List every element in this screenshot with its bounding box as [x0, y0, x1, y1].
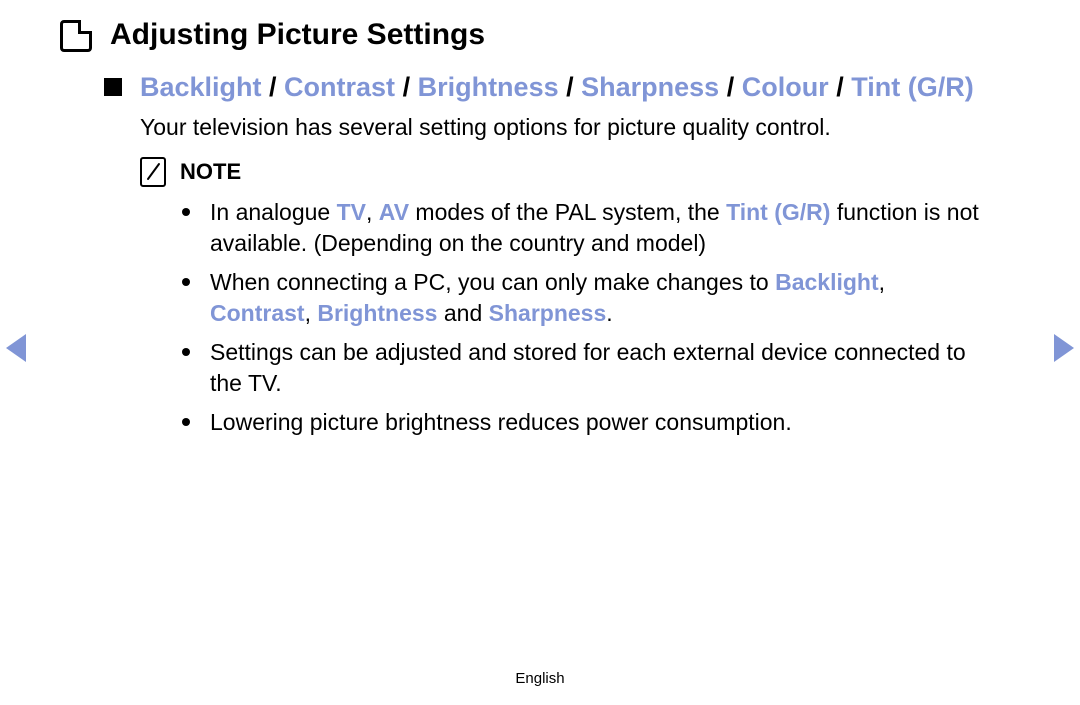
bookmark-icon: [60, 20, 92, 52]
note-text: ,: [879, 269, 885, 295]
subheading: Backlight / Contrast / Brightness / Shar…: [140, 70, 974, 105]
subheading-sep: /: [559, 72, 582, 102]
list-item: In analogue TV, AV modes of the PAL syst…: [202, 197, 984, 259]
subheading-row: Backlight / Contrast / Brightness / Shar…: [104, 70, 1020, 105]
square-bullet-icon: [104, 78, 122, 96]
list-item: When connecting a PC, you can only make …: [202, 267, 984, 329]
prev-page-button[interactable]: [6, 334, 26, 362]
keyword-backlight: Backlight: [775, 269, 879, 295]
note-text: modes of the PAL system, the: [409, 199, 726, 225]
note-text: Lowering picture brightness reduces powe…: [210, 409, 792, 435]
footer-language: English: [0, 670, 1080, 687]
subheading-item-2: Brightness: [418, 72, 559, 102]
title-row: Adjusting Picture Settings: [60, 18, 1020, 52]
subheading-sep: /: [829, 72, 852, 102]
note-text: .: [606, 300, 612, 326]
subheading-item-1: Contrast: [284, 72, 395, 102]
subheading-item-5: Tint (G/R): [851, 72, 973, 102]
keyword-brightness: Brightness: [317, 300, 437, 326]
subheading-item-0: Backlight: [140, 72, 262, 102]
note-list: In analogue TV, AV modes of the PAL syst…: [176, 197, 984, 438]
note-text: Settings can be adjusted and stored for …: [210, 339, 966, 396]
subheading-sep: /: [262, 72, 285, 102]
subheading-item-4: Colour: [742, 72, 829, 102]
note-text: and: [437, 300, 488, 326]
note-text: In analogue: [210, 199, 337, 225]
intro-text: Your television has several setting opti…: [140, 113, 1020, 143]
note-text: ,: [366, 199, 379, 225]
keyword-tint: Tint (G/R): [726, 199, 830, 225]
list-item: Settings can be adjusted and stored for …: [202, 337, 984, 399]
section: Backlight / Contrast / Brightness / Shar…: [104, 70, 1020, 438]
next-page-button[interactable]: [1054, 334, 1074, 362]
keyword-sharpness: Sharpness: [489, 300, 607, 326]
page-title: Adjusting Picture Settings: [110, 18, 485, 52]
keyword-av: AV: [379, 199, 409, 225]
subheading-item-3: Sharpness: [581, 72, 719, 102]
subheading-sep: /: [395, 72, 418, 102]
note-icon: [140, 157, 166, 187]
list-item: Lowering picture brightness reduces powe…: [202, 407, 984, 438]
keyword-contrast: Contrast: [210, 300, 305, 326]
note-label: NOTE: [180, 159, 241, 185]
note-header: NOTE: [140, 157, 1020, 187]
note-text: When connecting a PC, you can only make …: [210, 269, 775, 295]
manual-page: Adjusting Picture Settings Backlight / C…: [0, 0, 1080, 705]
keyword-tv: TV: [337, 199, 366, 225]
subheading-sep: /: [719, 72, 742, 102]
note-text: ,: [305, 300, 318, 326]
